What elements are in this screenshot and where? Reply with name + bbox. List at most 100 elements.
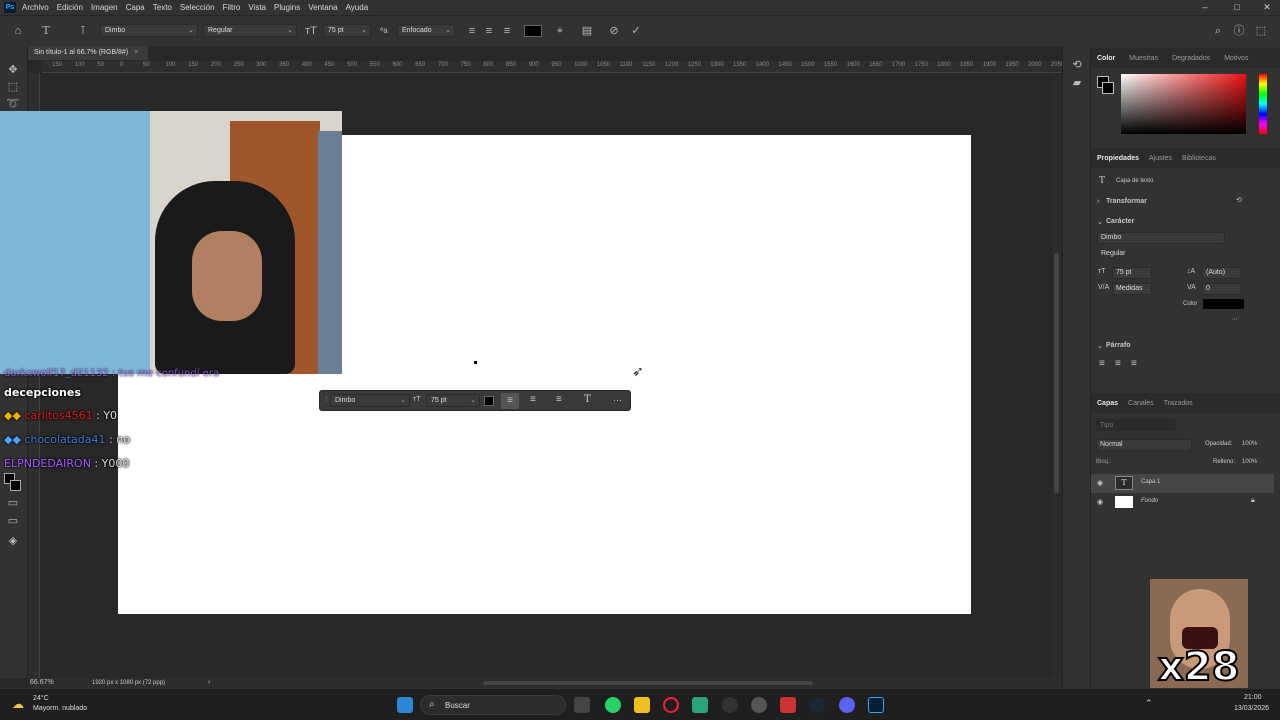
tab-ajustes[interactable]: Ajustes [1149,155,1172,162]
horizontal-scrollbar[interactable] [483,681,813,685]
taskbar-search[interactable]: ⌕ Buscar [420,695,566,715]
menu-plugins[interactable]: Plugins [274,3,300,12]
obs-icon[interactable] [722,697,738,713]
tab-muestras[interactable]: Muestras [1129,55,1158,62]
menu-archivo[interactable]: Archivo [22,3,49,12]
menu-filtro[interactable]: Filtro [223,3,241,12]
font-style-select[interactable]: Regular ⌄ [203,24,297,37]
minimize-icon[interactable]: – [1188,0,1222,15]
text-orientation-icon[interactable]: ⊺ [76,24,90,38]
frame-icon[interactable]: ▭ [6,496,20,510]
font-family-select[interactable]: Dimbo ⌄ [100,24,198,37]
cancel-icon[interactable]: ⊘ [607,24,621,38]
search-icon[interactable]: ⌕ [1211,24,1225,38]
menu-ayuda[interactable]: Ayuda [346,3,369,12]
transform-section-title[interactable]: Transformar [1106,198,1147,205]
vertical-scrollbar[interactable] [1052,73,1061,678]
help-icon[interactable]: ⓘ [1232,24,1246,38]
opacity-value[interactable]: 100% [1242,441,1257,447]
eye-icon[interactable]: ◉ [1097,498,1103,506]
align-center-icon[interactable]: ≡ [482,24,496,38]
layer-row[interactable]: ◉ T Capa 1 [1091,474,1274,493]
layer-name[interactable]: Capa 1 [1141,479,1160,485]
background-color-swatch[interactable] [1102,82,1114,94]
paragraph-align-left-icon[interactable]: ≡ [1099,358,1105,369]
file-explorer-icon[interactable] [634,697,650,713]
align-right-icon[interactable]: ≡ [500,24,514,38]
fill-value[interactable]: 100% [1242,459,1257,465]
tab-capas[interactable]: Capas [1097,400,1118,407]
reset-icon[interactable]: ⟲ [1236,196,1242,204]
float-align-center-icon[interactable]: ≡ [530,394,536,405]
leading-field[interactable]: (Auto) [1202,267,1242,279]
color-field[interactable] [1121,74,1246,134]
float-color-swatch[interactable] [484,396,494,406]
tab-color[interactable]: Color [1097,55,1115,62]
screen-mode-icon[interactable]: ▭ [6,514,20,528]
discord-icon[interactable] [839,697,855,713]
blend-mode-select[interactable]: Normal [1096,439,1192,451]
zoom-level[interactable]: 66.67% [30,678,54,688]
clock-date[interactable]: 13/03/2026 [1234,705,1269,712]
history-icon[interactable]: ⟲ [1070,58,1084,72]
document-tab[interactable]: Sin título-1 al 66.7% (RGB/8#) × [28,46,148,60]
whatsapp-icon[interactable] [605,697,621,713]
comment-icon[interactable]: ▰ [1070,76,1084,90]
float-font-size-select[interactable]: 75 pt ⌄ [426,394,480,407]
layer-name[interactable]: Fondo [1141,498,1158,504]
opera-icon[interactable] [663,697,679,713]
tracking-field[interactable]: 0 [1202,283,1242,295]
clock-time[interactable]: 21:00 [1244,694,1262,701]
tab-canales[interactable]: Canales [1128,400,1154,407]
layer-row[interactable]: ◉ Fondo 🔒︎ [1091,493,1274,512]
text-tool-icon[interactable]: T [39,24,53,38]
task-view-icon[interactable] [574,697,590,713]
menu-vista[interactable]: Vista [248,3,266,12]
weather-temp[interactable]: 24°C [33,695,49,702]
menu-texto[interactable]: Texto [153,3,172,12]
tab-propiedades[interactable]: Propiedades [1097,155,1139,162]
close-tab-icon[interactable]: × [134,49,138,56]
move-tool-icon[interactable]: ✥ [6,63,20,77]
menu-seleccion[interactable]: Selección [180,3,215,12]
photoshop-taskbar-icon[interactable] [868,697,884,713]
app-icon[interactable] [751,697,767,713]
menu-imagen[interactable]: Imagen [91,3,118,12]
warp-text-icon[interactable]: ⌖ [553,24,567,38]
close-icon[interactable]: ✕ [1250,0,1280,15]
hue-slider[interactable] [1259,74,1267,134]
font-size-select[interactable]: 75 pt ⌄ [323,24,371,37]
character-font-size-field[interactable]: 75 pt [1112,267,1152,279]
character-font-style-select[interactable]: Regular [1097,248,1237,260]
menu-ventana[interactable]: Ventana [308,3,337,12]
more-options-icon[interactable]: ··· [613,395,622,405]
tab-motivos[interactable]: Motivos [1224,55,1248,62]
character-font-family-select[interactable]: Dimbo [1097,232,1225,244]
background-color-swatch[interactable] [10,480,21,491]
app-icon[interactable] [780,697,796,713]
float-font-family-select[interactable]: Dimbo ⌄ [330,394,410,407]
app-icon[interactable] [692,697,708,713]
drag-handle-icon[interactable]: ⋮ [323,395,330,403]
float-align-right-icon[interactable]: ≡ [556,394,562,405]
kerning-field[interactable]: Medidas [1112,283,1152,295]
menu-capa[interactable]: Capa [126,3,145,12]
menu-edicion[interactable]: Edición [57,3,83,12]
tab-bibliotecas[interactable]: Bibliotecas [1182,155,1216,162]
tab-trazados[interactable]: Trazados [1164,400,1193,407]
eye-icon[interactable]: ◉ [1097,479,1103,487]
color-icon[interactable]: ◈ [6,534,20,548]
align-left-icon[interactable]: ≡ [465,24,479,38]
maximize-icon[interactable]: □ [1220,0,1254,15]
chevron-up-icon[interactable]: ⌃ [1145,698,1153,709]
steam-icon[interactable] [809,697,825,713]
paragraph-align-right-icon[interactable]: ≡ [1131,358,1137,369]
more-options-icon[interactable]: ··· [1231,316,1238,323]
character-color-swatch[interactable] [1203,299,1244,309]
weather-description[interactable]: Mayorm. nublado [33,705,87,712]
lasso-tool-icon[interactable]: ➰ [6,97,20,111]
share-icon[interactable]: ⬚ [1254,24,1268,38]
text-color-swatch[interactable] [524,25,542,37]
float-align-left-icon[interactable]: ≡ [501,393,519,409]
character-panel-icon[interactable]: ▤ [580,24,594,38]
